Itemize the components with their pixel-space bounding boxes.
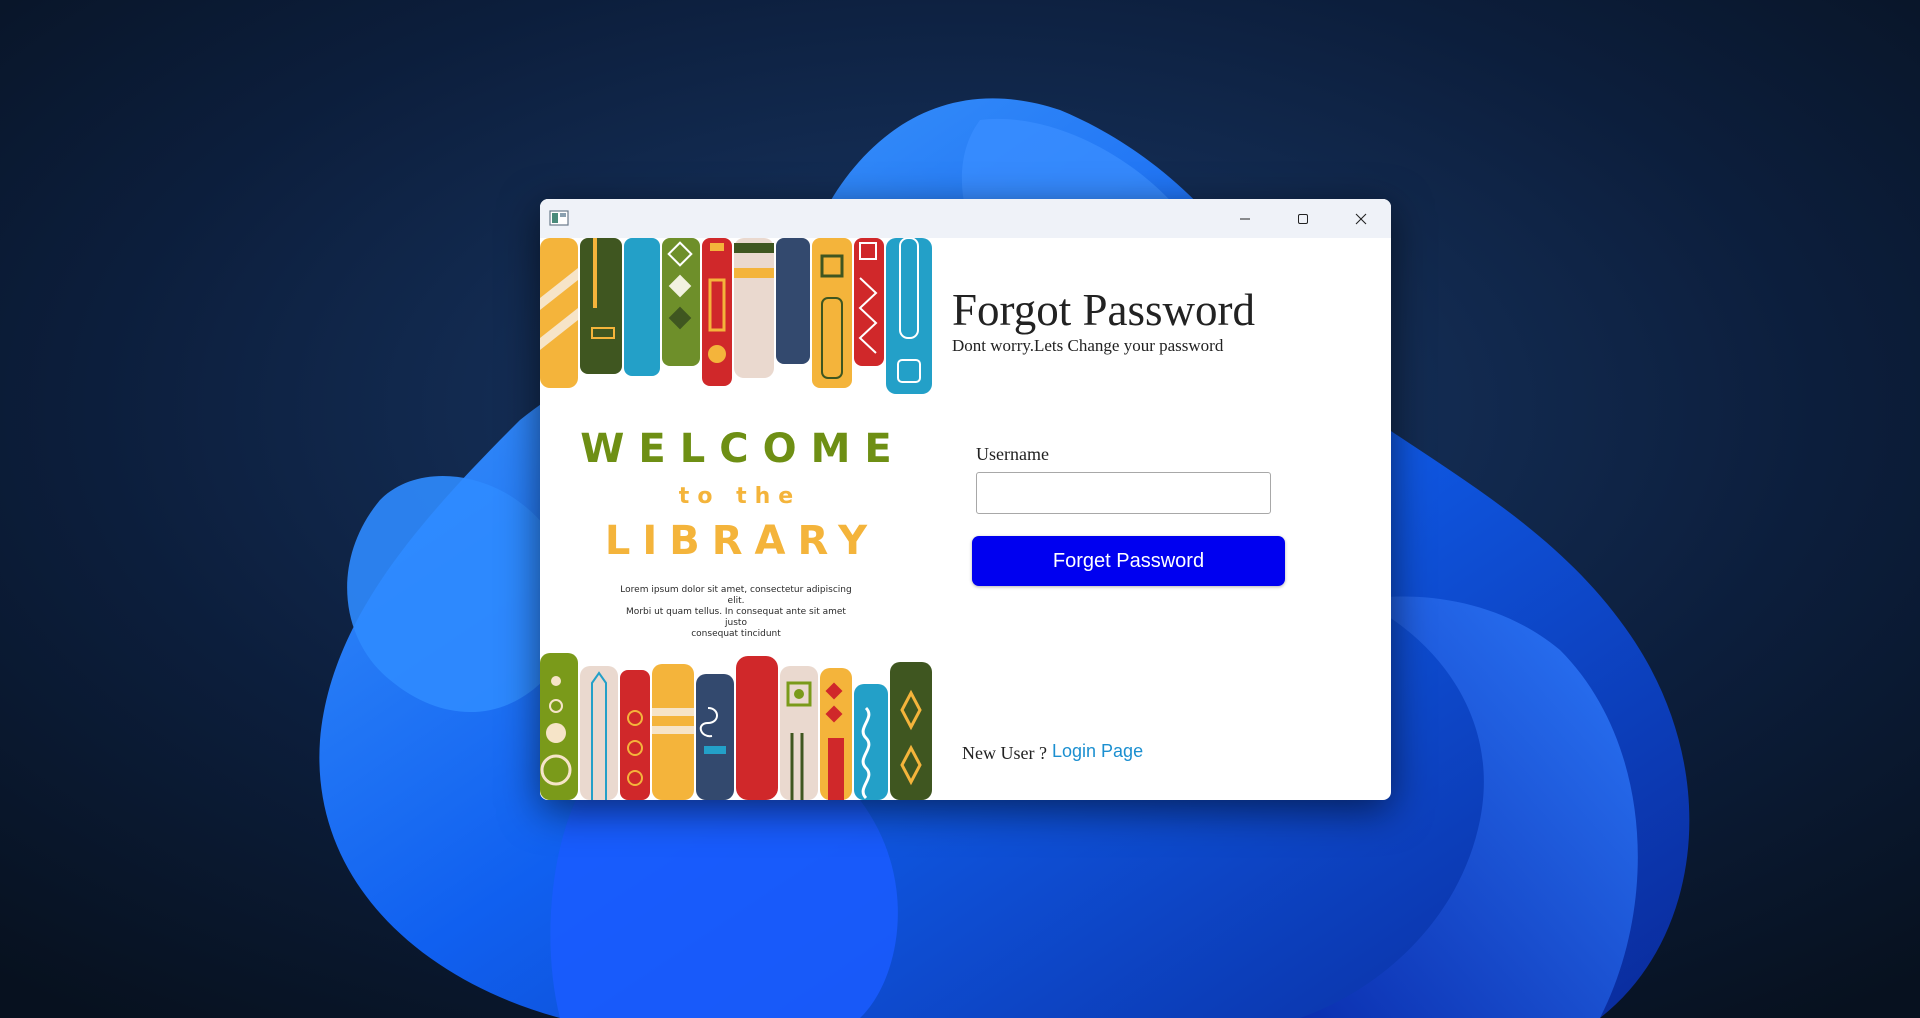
close-button[interactable] [1332, 199, 1390, 238]
page-title: Forgot Password [952, 285, 1255, 335]
lorem-line: Morbi ut quam tellus. In consequat ante … [626, 607, 846, 628]
login-page-link[interactable]: Login Page [1052, 741, 1143, 762]
minimize-button[interactable] [1216, 199, 1274, 238]
forget-password-button[interactable]: Forget Password [972, 536, 1285, 586]
welcome-text: WELCOME [580, 426, 906, 472]
close-icon [1355, 213, 1367, 224]
app-icon [549, 210, 569, 226]
page-subtitle: Dont worry.Lets Change your password [952, 336, 1224, 355]
username-label: Username [976, 444, 1049, 464]
lorem-line: consequat tincidunt [691, 629, 781, 639]
library-text: LIBRARY [604, 518, 880, 564]
app-window: WELCOME to the LIBRARY Lorem ipsum dolor… [540, 199, 1391, 800]
username-input[interactable] [976, 472, 1271, 514]
forgot-password-form: Forgot Password Dont worry.Lets Change y… [932, 238, 1391, 800]
minimize-icon [1240, 218, 1250, 219]
maximize-button[interactable] [1274, 199, 1332, 238]
new-user-label: New User ? [962, 743, 1047, 763]
title-bar[interactable] [540, 199, 1391, 238]
lorem-line: Lorem ipsum dolor sit amet, consectetur … [620, 585, 852, 606]
library-banner: WELCOME to the LIBRARY Lorem ipsum dolor… [540, 238, 932, 800]
maximize-icon [1298, 213, 1308, 224]
to-the-text: to the [678, 484, 802, 509]
lorem-text: Lorem ipsum dolor sit amet, consectetur … [616, 585, 856, 640]
